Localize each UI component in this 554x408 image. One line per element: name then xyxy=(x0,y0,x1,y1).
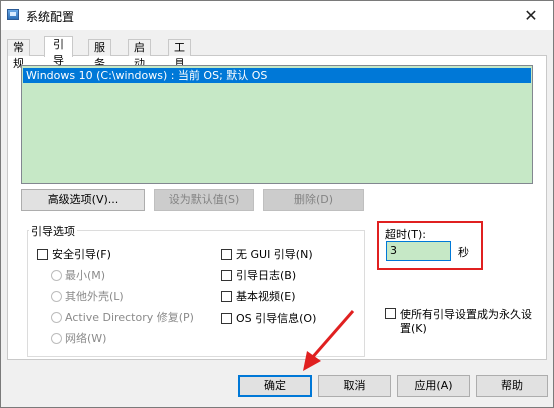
radio-alternate-shell[interactable]: 其他外壳(L) xyxy=(51,290,124,304)
cancel-button[interactable]: 取消 xyxy=(318,375,391,397)
base-video-label: 基本视频(E) xyxy=(236,290,296,303)
radio-ad-repair-label: Active Directory 修复(P) xyxy=(65,311,194,324)
radio-circle[interactable] xyxy=(51,290,62,302)
radio-circle[interactable] xyxy=(51,269,62,281)
tab-startup[interactable]: 启动 xyxy=(128,39,151,70)
title-bar: 系统配置 ✕ xyxy=(1,1,553,30)
system-config-icon xyxy=(7,9,19,20)
checkbox-box[interactable] xyxy=(221,269,232,281)
timeout-unit: 秒 xyxy=(458,246,469,259)
radio-circle[interactable] xyxy=(51,332,62,344)
timeout-label: 超时(T): xyxy=(385,228,427,241)
persist-settings-checkbox[interactable]: 使所有引导设置成为永久设置(K) xyxy=(385,308,545,336)
no-gui-boot-label: 无 GUI 引导(N) xyxy=(236,248,313,261)
close-button[interactable]: ✕ xyxy=(509,1,553,30)
timeout-input[interactable]: 3 xyxy=(386,241,451,261)
boot-log-checkbox[interactable]: 引导日志(B) xyxy=(221,269,296,283)
radio-minimal[interactable]: 最小(M) xyxy=(51,269,105,283)
os-boot-info-checkbox[interactable]: OS 引导信息(O) xyxy=(221,312,316,326)
advanced-options-button[interactable]: 高级选项(V)... xyxy=(21,189,145,211)
help-button[interactable]: 帮助 xyxy=(476,375,548,397)
checkbox-box[interactable] xyxy=(37,248,48,260)
radio-minimal-label: 最小(M) xyxy=(65,269,106,282)
set-default-button[interactable]: 设为默认值(S) xyxy=(154,189,254,211)
system-config-window: 系统配置 ✕ 常规 引导 服务 启动 工具 Windows 10 (C:\win… xyxy=(0,0,554,408)
checkbox-box[interactable] xyxy=(221,290,232,302)
radio-network-label: 网络(W) xyxy=(65,332,107,345)
tab-general[interactable]: 常规 xyxy=(7,39,30,70)
ok-button[interactable]: 确定 xyxy=(238,375,312,397)
tab-tools[interactable]: 工具 xyxy=(168,39,191,70)
delete-button[interactable]: 删除(D) xyxy=(263,189,364,211)
apply-button[interactable]: 应用(A) xyxy=(397,375,470,397)
os-list[interactable]: Windows 10 (C:\windows) : 当前 OS; 默认 OS xyxy=(21,65,533,184)
tab-boot[interactable]: 引导 xyxy=(44,36,73,67)
radio-alternate-shell-label: 其他外壳(L) xyxy=(65,290,124,303)
tab-services[interactable]: 服务 xyxy=(88,39,111,70)
os-boot-info-label: OS 引导信息(O) xyxy=(236,312,317,325)
checkbox-box[interactable] xyxy=(221,312,232,324)
no-gui-boot-checkbox[interactable]: 无 GUI 引导(N) xyxy=(221,248,313,262)
radio-circle[interactable] xyxy=(51,311,62,323)
radio-active-directory-repair[interactable]: Active Directory 修复(P) xyxy=(51,311,194,325)
boot-log-label: 引导日志(B) xyxy=(236,269,297,282)
base-video-checkbox[interactable]: 基本视频(E) xyxy=(221,290,296,304)
window-title: 系统配置 xyxy=(26,10,75,24)
persist-settings-label: 使所有引导设置成为永久设置(K) xyxy=(400,308,532,335)
os-list-item[interactable]: Windows 10 (C:\windows) : 当前 OS; 默认 OS xyxy=(23,68,531,83)
checkbox-box[interactable] xyxy=(385,308,396,319)
radio-network[interactable]: 网络(W) xyxy=(51,332,106,346)
safe-boot-checkbox[interactable]: 安全引导(F) xyxy=(37,248,111,262)
safe-boot-label: 安全引导(F) xyxy=(52,248,111,261)
checkbox-box[interactable] xyxy=(221,248,232,260)
boot-options-title: 引导选项 xyxy=(29,223,77,239)
